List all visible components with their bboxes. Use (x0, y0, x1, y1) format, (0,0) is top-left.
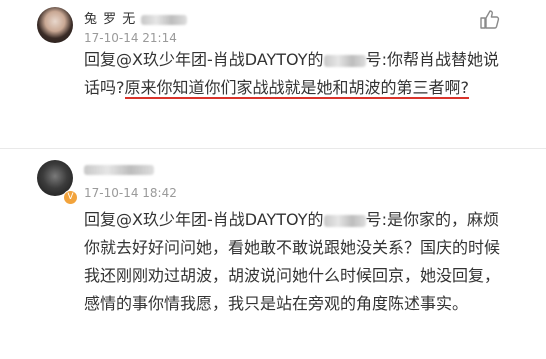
mention-tail: 号 (365, 210, 382, 229)
username[interactable] (84, 162, 154, 177)
redacted-account (323, 54, 366, 67)
comment-item: 兔 罗 无 17-10-14 21:14 回复@X玖少年团-肖战DAYTOY的 号… (0, 0, 546, 150)
comment-item: V 17-10-14 18:42 回复@X玖少年团-肖战DAYTOY的 号:是你家… (0, 150, 546, 359)
comment-body: 回复@X玖少年团-肖战DAYTOY的 号:是你家的，麻烦你就去好好问问她，看她敢不… (84, 206, 514, 318)
thumbs-up-icon[interactable] (478, 9, 500, 31)
timestamp: 17-10-14 18:42 (84, 186, 177, 200)
avatar[interactable] (37, 7, 73, 43)
mention-tail: 号 (365, 50, 382, 69)
mention-link[interactable]: @X玖少年团-肖战DAYTOY的 (116, 50, 324, 69)
username[interactable]: 兔 罗 无 (84, 8, 188, 27)
username-text: 兔 罗 无 (84, 12, 137, 27)
reply-prefix: 回复 (84, 210, 117, 229)
reply-prefix: 回复 (84, 50, 117, 69)
highlighted-text: 原来你知道你们家战战就是她和胡波的第三者啊? (124, 78, 469, 99)
mention-link[interactable]: @X玖少年团-肖战DAYTOY的 (116, 210, 324, 229)
comment-body: 回复@X玖少年团-肖战DAYTOY的 号:你帮肖战替她说话吗?原来你知道你们家战战… (84, 46, 514, 102)
verified-badge: V (63, 190, 78, 205)
redacted-account (323, 214, 366, 227)
divider (0, 148, 546, 149)
redacted-username (141, 14, 188, 25)
timestamp: 17-10-14 21:14 (84, 31, 177, 45)
redacted-username (84, 164, 154, 175)
